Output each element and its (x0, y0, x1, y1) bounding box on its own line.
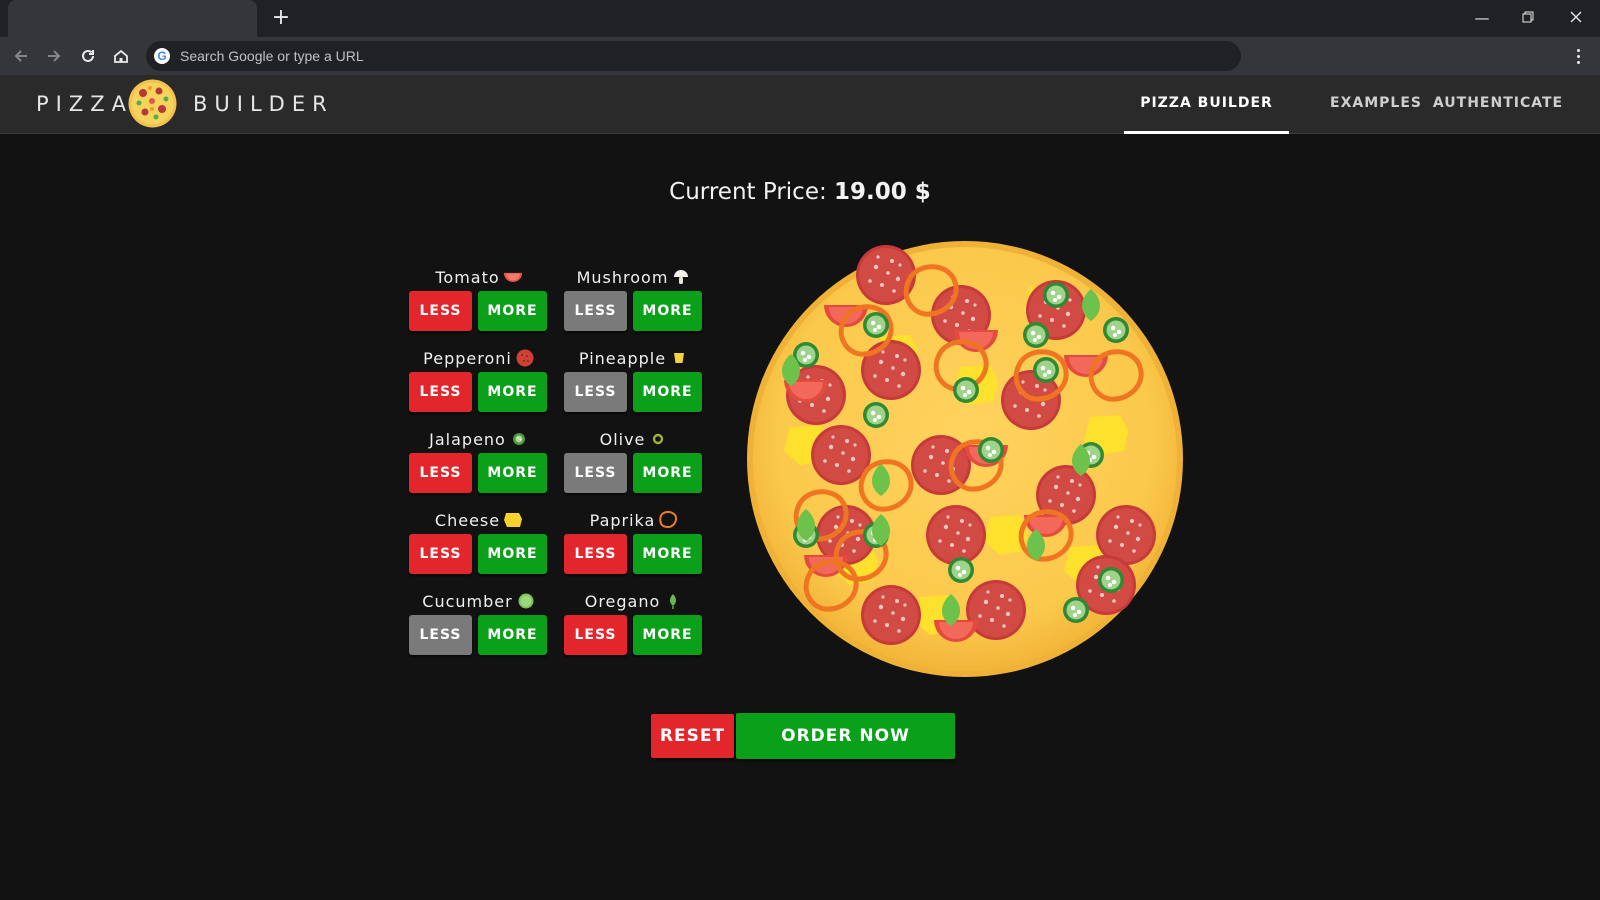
reload-icon[interactable] (74, 42, 102, 70)
order-now-button[interactable]: ORDER NOW (736, 713, 955, 759)
mushroom-more-button[interactable]: MORE (633, 291, 702, 331)
pepperoni-icon (515, 349, 535, 367)
pineapple-less-button[interactable]: LESS (564, 372, 627, 412)
jalapeno-less-button[interactable]: LESS (409, 453, 472, 493)
forward-icon[interactable] (40, 42, 68, 70)
oregano-more-button[interactable]: MORE (633, 615, 702, 655)
tomato-less-button[interactable]: LESS (409, 291, 472, 331)
ingredient-pepperoni: Pepperoni LESS MORE (409, 346, 549, 422)
close-icon[interactable] (1556, 4, 1596, 32)
google-icon: G (154, 48, 170, 64)
brand-text-left: PIZZA (36, 92, 133, 116)
back-icon[interactable] (7, 42, 35, 70)
olive-icon (648, 430, 668, 448)
app-header: PIZZA BUILDER PIZZA BUILDER EXAMPLES AUT… (0, 75, 1600, 134)
home-icon[interactable] (107, 42, 135, 70)
ingredient-pineapple: Pineapple LESS MORE (564, 346, 704, 422)
plus-icon[interactable]: + (268, 6, 294, 32)
pizza-preview-image (747, 241, 1183, 677)
browser-tab-strip: + — (0, 0, 1600, 37)
minimize-icon[interactable]: — (1462, 4, 1502, 32)
current-price: Current Price: 19.00 $ (0, 179, 1600, 205)
olive-more-button[interactable]: MORE (633, 453, 702, 493)
reset-button[interactable]: RESET (651, 714, 734, 758)
tomato-more-button[interactable]: MORE (478, 291, 547, 331)
pizza-logo-icon[interactable] (128, 79, 177, 128)
ingredient-label: Tomato (435, 267, 500, 287)
restore-icon[interactable] (1508, 4, 1548, 32)
paprika-less-button[interactable]: LESS (564, 534, 627, 574)
cheese-more-button[interactable]: MORE (478, 534, 547, 574)
jalapeno-icon (509, 430, 529, 448)
oregano-icon (663, 592, 683, 610)
ingredient-tomato: Tomato LESS MORE (409, 265, 549, 341)
ingredient-cucumber: Cucumber LESS MORE (409, 589, 549, 665)
pepperoni-less-button[interactable]: LESS (409, 372, 472, 412)
ingredient-label: Jalapeno (429, 429, 506, 449)
ingredient-jalapeno: Jalapeno LESS MORE (409, 427, 549, 503)
ingredient-cheese: Cheese LESS MORE (409, 508, 549, 584)
ingredient-mushroom: Mushroom LESS MORE (564, 265, 704, 341)
paprika-more-button[interactable]: MORE (633, 534, 702, 574)
ingredient-label: Paprika (589, 510, 656, 530)
jalapeno-more-button[interactable]: MORE (478, 453, 547, 493)
olive-less-button[interactable]: LESS (564, 453, 627, 493)
pineapple-icon (669, 349, 689, 367)
pineapple-more-button[interactable]: MORE (633, 372, 702, 412)
ingredient-oregano: Oregano LESS MORE (564, 589, 704, 665)
cheese-less-button[interactable]: LESS (409, 534, 472, 574)
address-bar-input[interactable] (180, 41, 1220, 71)
browser-tab[interactable] (8, 0, 257, 37)
ingredient-label: Oregano (584, 591, 661, 611)
ingredient-paprika: Paprika LESS MORE (564, 508, 704, 584)
ingredient-label: Cheese (434, 510, 501, 530)
browser-menu-icon[interactable] (1568, 46, 1588, 66)
mushroom-icon (671, 268, 691, 286)
cucumber-less-button[interactable]: LESS (409, 615, 472, 655)
omnibox[interactable]: G (146, 41, 1241, 71)
ingredient-label: Cucumber (422, 591, 513, 611)
ingredient-label: Pepperoni (423, 348, 512, 368)
price-label: Current Price: (669, 179, 827, 205)
ingredient-label: Mushroom (576, 267, 669, 287)
tomato-icon (503, 268, 523, 286)
oregano-less-button[interactable]: LESS (564, 615, 627, 655)
cucumber-icon (516, 592, 536, 610)
ingredient-olive: Olive LESS MORE (564, 427, 704, 503)
price-value: 19.00 $ (834, 179, 931, 205)
paprika-icon (658, 510, 678, 529)
nav-authenticate[interactable]: AUTHENTICATE (1428, 75, 1568, 134)
ingredient-label: Olive (599, 429, 646, 449)
browser-toolbar: G (0, 37, 1600, 75)
pepperoni-more-button[interactable]: MORE (478, 372, 547, 412)
cucumber-more-button[interactable]: MORE (478, 615, 547, 655)
brand-text-right: BUILDER (193, 92, 334, 116)
nav-pizza-builder[interactable]: PIZZA BUILDER (1124, 75, 1289, 134)
mushroom-less-button[interactable]: LESS (564, 291, 627, 331)
cheese-icon (503, 511, 523, 529)
ingredient-label: Pineapple (578, 348, 667, 368)
